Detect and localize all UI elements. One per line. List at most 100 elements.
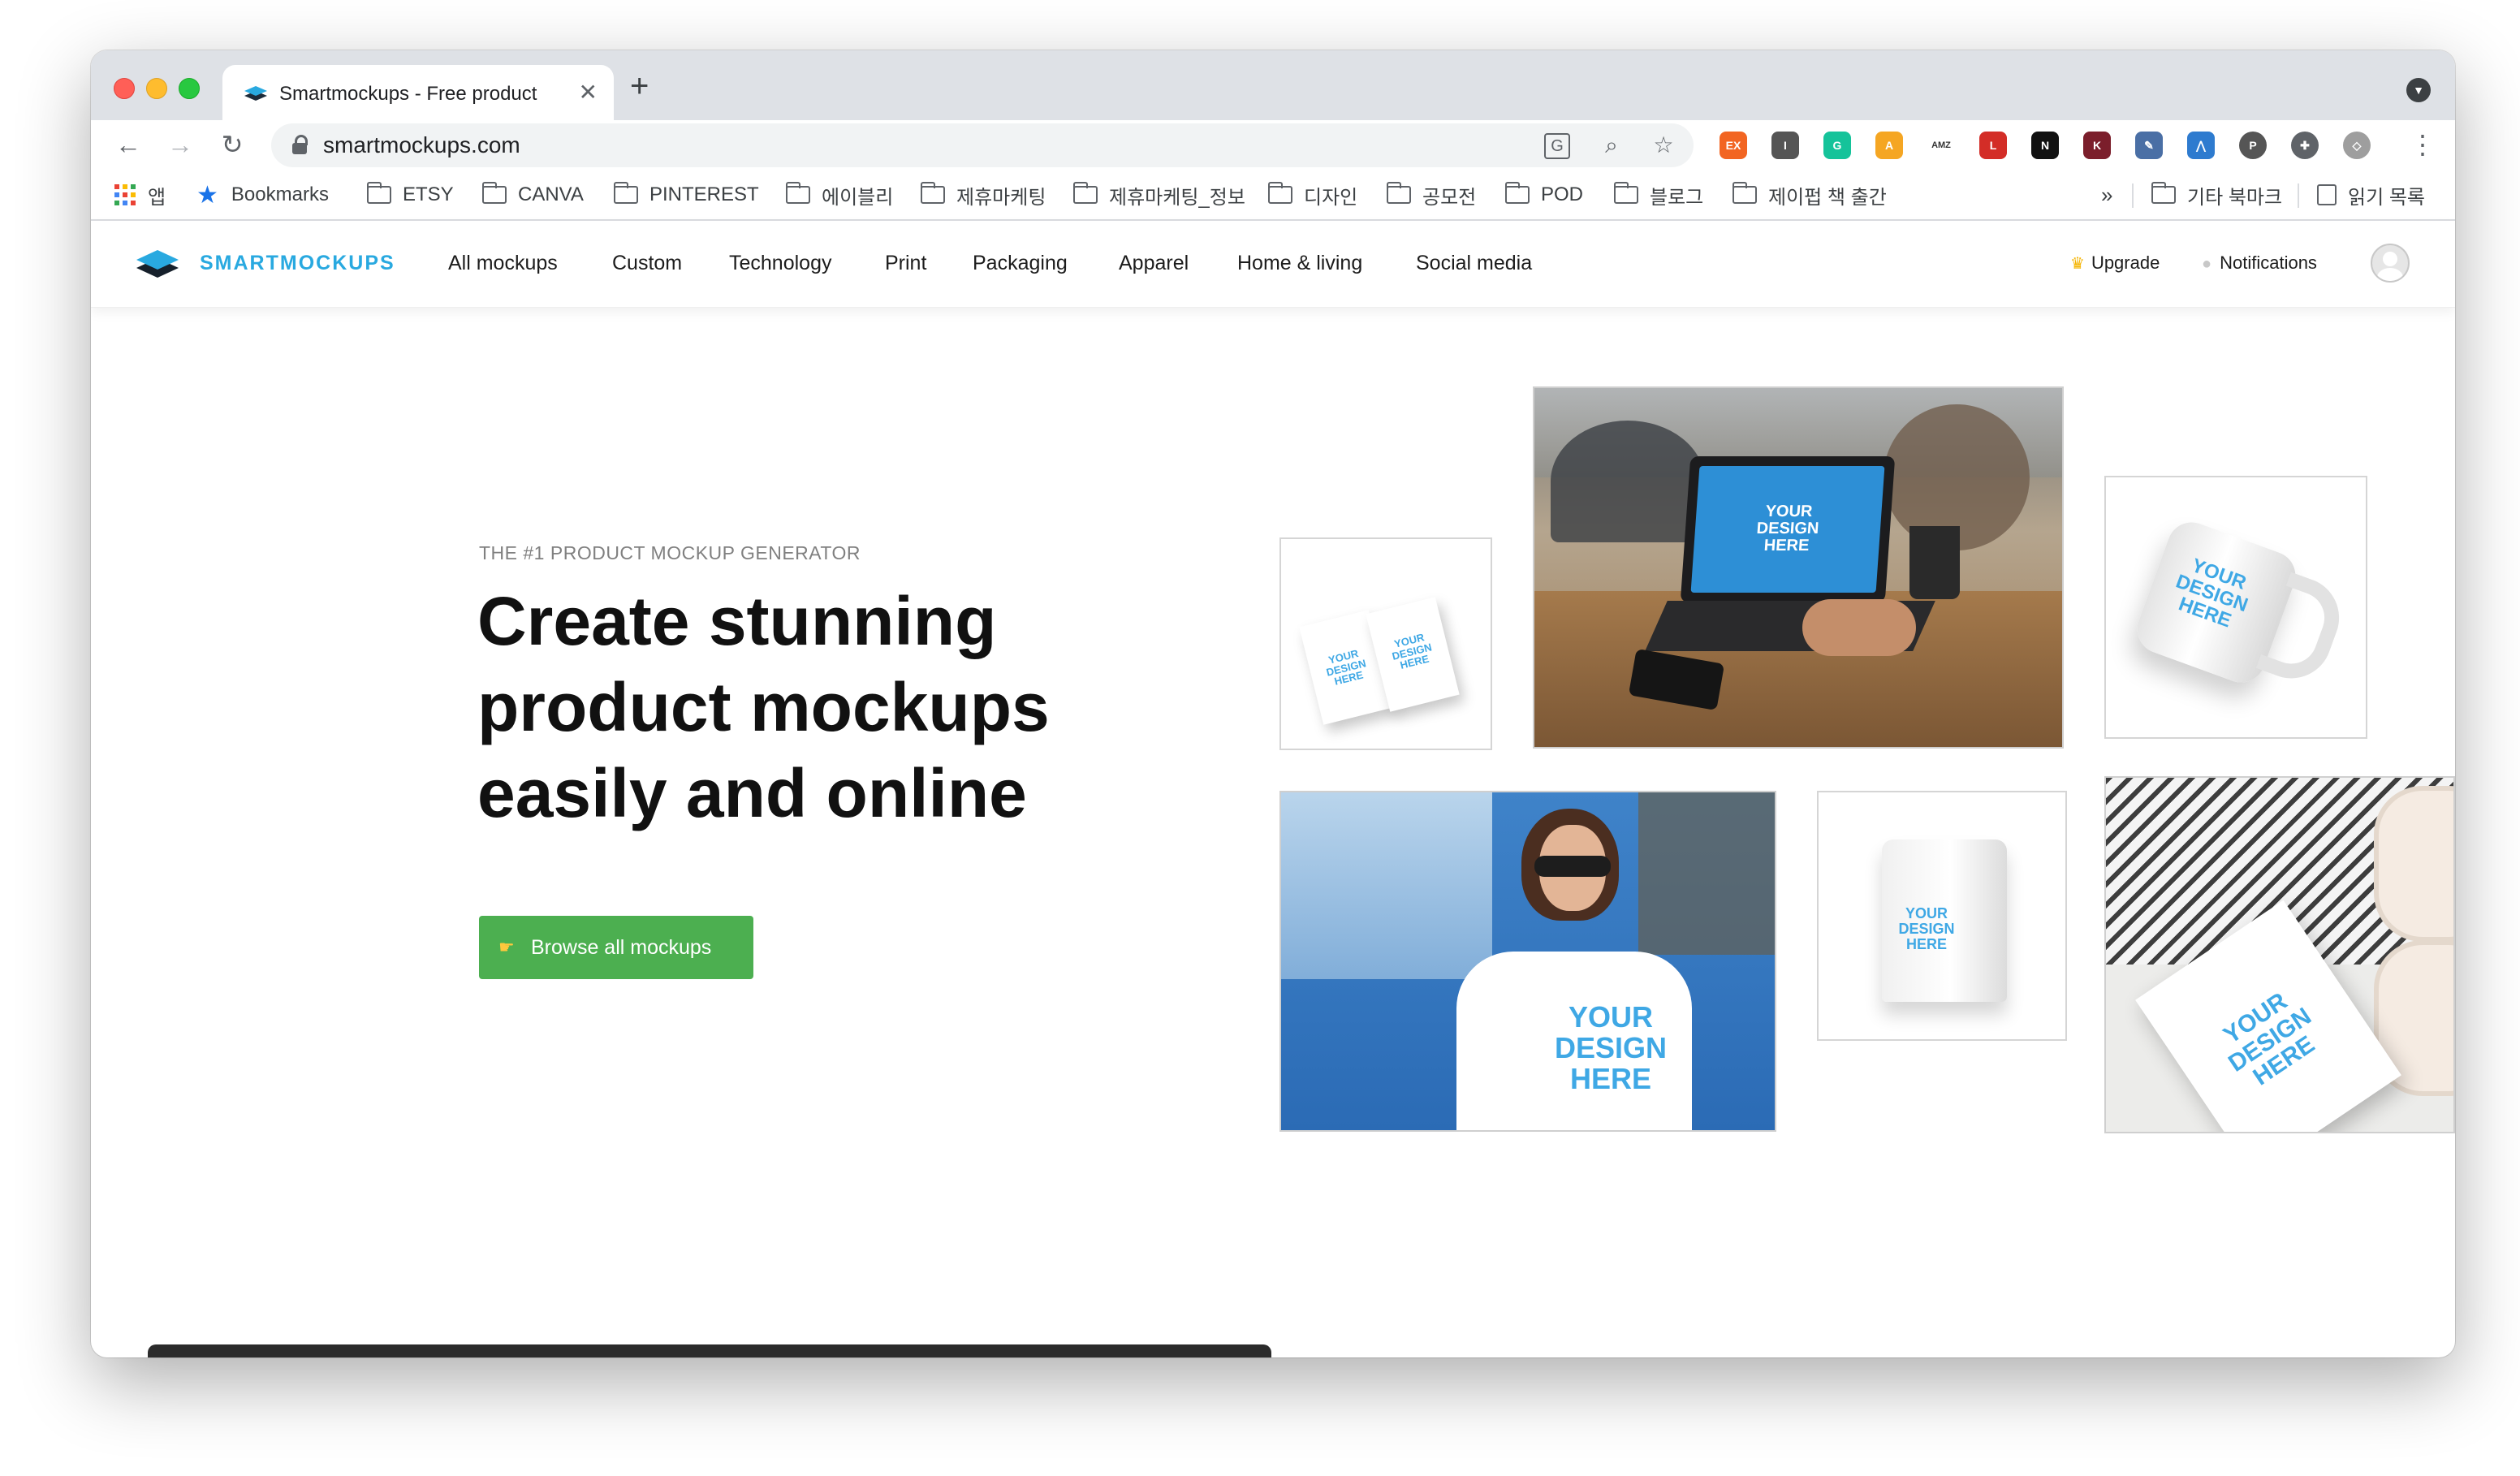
design-placeholder-text: YOUR DESIGN HERE	[1391, 631, 1434, 672]
business-cards-mockup[interactable]: YOUR DESIGN HERE YOUR DESIGN HERE	[1279, 537, 1492, 750]
pointing-hand-icon: ☛	[498, 937, 515, 957]
bookmark-folder[interactable]: 제휴마케팅	[921, 180, 1046, 209]
amz-icon[interactable]: AMZ	[1927, 132, 1955, 159]
flyer-mockup[interactable]: YOUR DESIGN HERE	[2104, 776, 2455, 1133]
folder-icon	[614, 182, 638, 204]
bookmark-folder[interactable]: 제이펍 책 출간	[1732, 180, 1887, 209]
laptop-screen: YOUR DESIGN HERE	[1690, 466, 1885, 593]
bookmark-folder[interactable]: ETSY	[367, 180, 454, 209]
grammarly-icon[interactable]: G	[1823, 132, 1851, 159]
forward-icon[interactable]: →	[162, 127, 198, 162]
tool-extension-icon[interactable]: ✎	[2135, 132, 2163, 159]
close-window-button[interactable]	[114, 78, 135, 99]
folder-label: 제휴마케팅_정보	[1109, 186, 1245, 209]
notifications-label: Notifications	[2220, 252, 2317, 273]
van-window	[1281, 792, 1492, 979]
tab-search-icon[interactable]: ▼	[2406, 78, 2431, 102]
smartmockups-logo-icon[interactable]	[135, 245, 180, 281]
sneaker-top	[2374, 786, 2453, 942]
bookmark-folder[interactable]: 공모전	[1387, 180, 1476, 209]
instapaper-icon[interactable]: I	[1771, 132, 1799, 159]
nav-home-living[interactable]: Home & living	[1237, 250, 1362, 276]
nav-print[interactable]: Print	[885, 250, 926, 276]
folder-icon	[1614, 182, 1638, 204]
apps-grid-icon	[114, 184, 136, 205]
chrome-menu-icon[interactable]: ⋮	[2405, 127, 2440, 162]
bookmark-folder[interactable]: PINTEREST	[614, 180, 759, 209]
upgrade-link[interactable]: ♛ Upgrade	[2070, 252, 2160, 275]
person-background	[1551, 421, 1705, 542]
bookmarks-bar: 앱 ★ Bookmarks ETSY CANVA PINTEREST 에이블리 …	[91, 170, 2455, 221]
site-header: SMARTMOCKUPS All mockups Custom Technolo…	[91, 221, 2455, 308]
reading-list-button[interactable]: 읽기 목록	[2317, 180, 2425, 209]
bookmark-folder[interactable]: POD	[1505, 180, 1583, 209]
shield-extension-icon[interactable]: ◇	[2343, 132, 2371, 159]
translate-icon[interactable]: G	[1544, 133, 1570, 159]
puzzle-icon[interactable]: ✚	[2291, 132, 2319, 159]
nav-custom[interactable]: Custom	[612, 250, 682, 276]
browser-window: Smartmockups - Free product ✕ + ▼ ← → ↻ …	[91, 50, 2455, 1357]
back-icon[interactable]: ←	[110, 127, 146, 162]
bookmark-star-icon[interactable]: ☆	[1650, 132, 1677, 159]
notion-icon[interactable]: N	[2031, 132, 2059, 159]
bookmark-label: Bookmarks	[231, 183, 329, 205]
smartmockups-favicon-icon	[244, 86, 267, 101]
nav-all-mockups[interactable]: All mockups	[448, 250, 558, 276]
cta-label: Browse all mockups	[531, 936, 712, 959]
reading-list-label: 읽기 목록	[2348, 186, 2425, 209]
design-placeholder-text: YOUR DESIGN HERE	[2173, 554, 2251, 632]
apps-shortcut[interactable]: 앱	[114, 180, 166, 209]
brand-logo-text[interactable]: SMARTMOCKUPS	[200, 252, 395, 275]
cookie-bar-edge	[148, 1344, 1271, 1357]
folder-icon	[1732, 182, 1757, 204]
bookmarks-divider	[2298, 183, 2299, 208]
pinterest-icon[interactable]: P	[2239, 132, 2267, 159]
lock-icon[interactable]	[292, 135, 308, 154]
nav-social-media[interactable]: Social media	[1416, 250, 1532, 276]
zoom-icon[interactable]: ⌕	[1598, 132, 1625, 159]
folder-icon	[1073, 182, 1098, 204]
coffee-bag: YOUR DESIGN HERE	[1882, 839, 2007, 1002]
other-bookmarks-folder[interactable]: 기타 북마크	[2151, 180, 2282, 209]
folder-label: 디자인	[1304, 186, 1358, 209]
design-placeholder-text: YOUR DESIGN HERE	[1898, 905, 1955, 952]
lastpass-icon[interactable]: L	[1979, 132, 2007, 159]
flame-extension-icon[interactable]: ⋀	[2187, 132, 2215, 159]
amzscout-icon[interactable]: A	[1875, 132, 1903, 159]
notifications-link[interactable]: ● Notifications	[2202, 252, 2317, 275]
nav-technology[interactable]: Technology	[729, 250, 831, 276]
tab-smartmockups[interactable]: Smartmockups - Free product ✕	[222, 65, 614, 122]
crown-icon: ♛	[2070, 255, 2085, 273]
folder-label: POD	[1541, 183, 1584, 205]
hero-headline: Create stunning product mockups easily a…	[477, 578, 1050, 836]
reading-list-icon	[2317, 184, 2337, 205]
folder-label: 기타 북마크	[2187, 186, 2283, 209]
bookmark-folder[interactable]: 에이블리	[786, 180, 893, 209]
address-bar[interactable]: smartmockups.com G ⌕ ☆	[271, 123, 1694, 167]
laptop-mockup[interactable]: YOUR DESIGN HERE	[1533, 386, 2064, 749]
t-shirt-mockup[interactable]: YOUR DESIGN HERE	[1279, 791, 1776, 1132]
bookmarks-overflow-button[interactable]: »	[2101, 180, 2112, 209]
k-extension-icon[interactable]: K	[2083, 132, 2111, 159]
tab-close-icon[interactable]: ✕	[579, 80, 598, 106]
coffee-bag-mockup[interactable]: YOUR DESIGN HERE	[1817, 791, 2067, 1041]
folder-label: CANVA	[518, 183, 584, 205]
browse-all-mockups-button[interactable]: ☛ Browse all mockups	[479, 916, 753, 979]
minimize-window-button[interactable]	[146, 78, 167, 99]
mug-mockup[interactable]: YOUR DESIGN HERE	[2104, 476, 2367, 739]
avatar[interactable]	[2371, 244, 2410, 283]
nav-packaging[interactable]: Packaging	[973, 250, 1068, 276]
bookmark-folder[interactable]: 제휴마케팅_정보	[1073, 180, 1245, 209]
maximize-window-button[interactable]	[179, 78, 200, 99]
bookmark-folder[interactable]: 블로그	[1614, 180, 1703, 209]
folder-icon	[921, 182, 945, 204]
design-placeholder-text: YOUR DESIGN HERE	[2218, 987, 2320, 1091]
bookmark-folder[interactable]: CANVA	[482, 180, 584, 209]
reload-icon[interactable]: ↻	[214, 127, 250, 162]
new-tab-button[interactable]: +	[630, 70, 649, 102]
ex-extension-icon[interactable]: EX	[1720, 132, 1747, 159]
nav-apparel[interactable]: Apparel	[1119, 250, 1189, 276]
tab-strip: Smartmockups - Free product ✕ + ▼	[91, 50, 2455, 122]
bookmark-folder[interactable]: 디자인	[1268, 180, 1357, 209]
bookmark-starred[interactable]: ★ Bookmarks	[196, 180, 329, 209]
